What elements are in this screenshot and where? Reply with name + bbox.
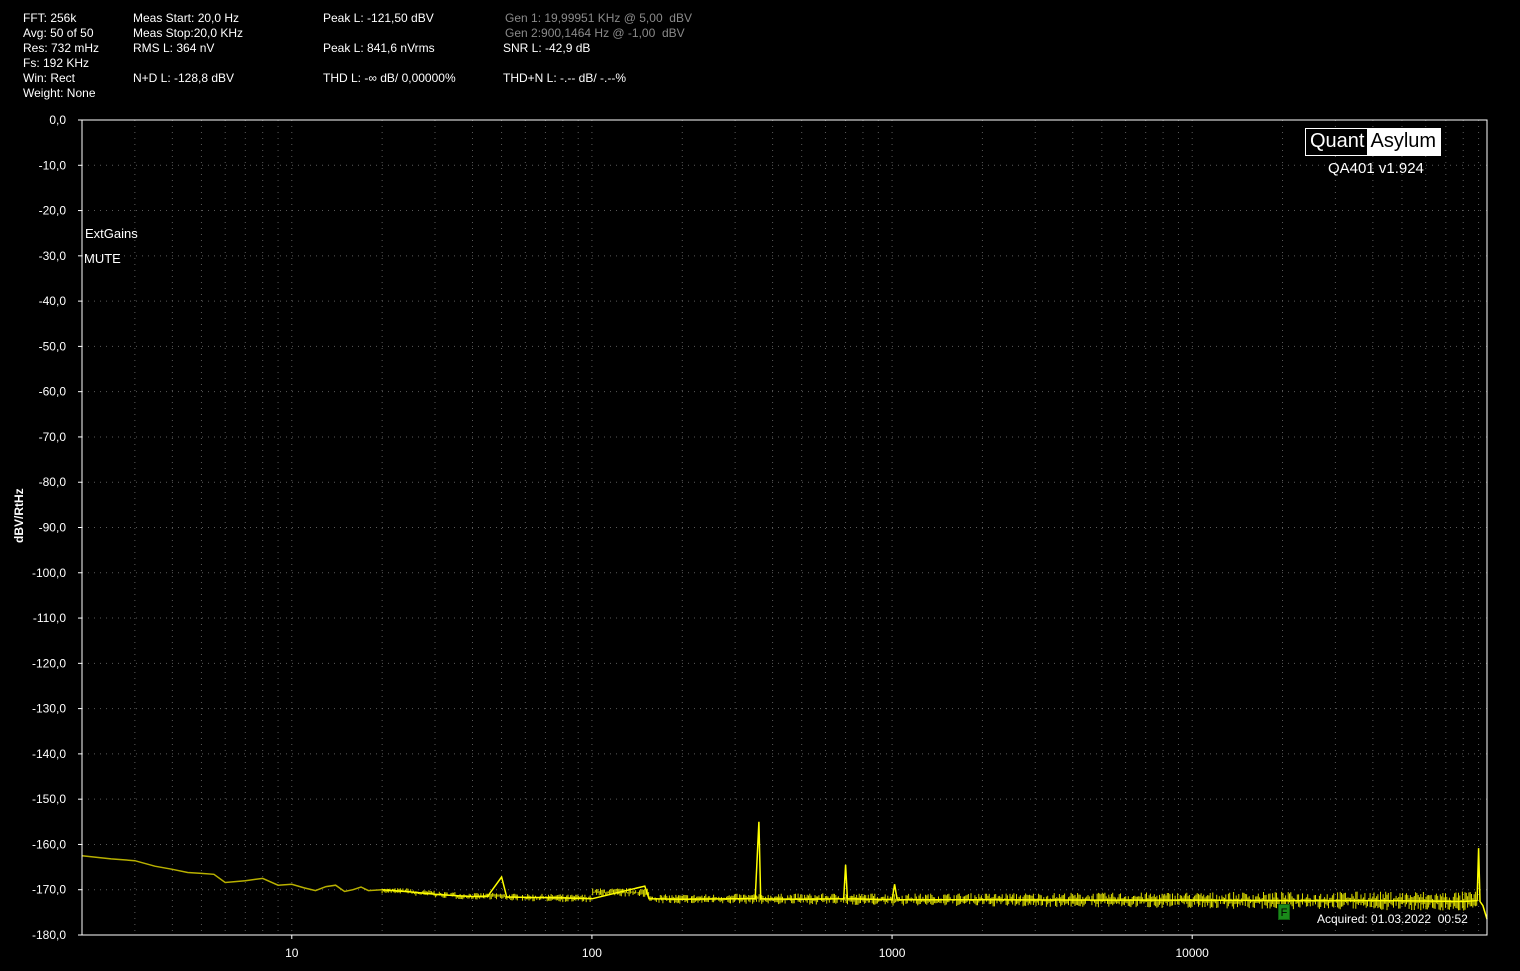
y-tick-label: -170,0 [32,883,66,897]
quantasylum-logo: Quant Asylum [1305,128,1442,156]
y-tick-label: -110,0 [33,611,66,625]
x-tick-label: 10 [285,946,299,960]
x-tick-label: 1000 [879,946,906,960]
y-tick-label: -20,0 [39,204,67,218]
y-tick-label: 0,0 [49,113,66,127]
y-tick-label: -90,0 [39,521,67,535]
y-tick-label: -70,0 [39,430,67,444]
y-tick-label: -120,0 [32,656,66,670]
spectrum-plot[interactable]: 0,0 -10,0 -20,0 -30,0 -40,0 -50,0 -60,0 -70,0 -8… [0,0,1520,971]
extgains-label: ExtGains [85,226,138,241]
trace-layer [81,821,1488,920]
y-tick-label: -40,0 [39,294,67,308]
y-tick-label: -50,0 [39,339,67,353]
grid-layer [82,120,1487,935]
y-tick-label: -80,0 [39,475,67,489]
x-tick-label: 10000 [1175,946,1209,960]
y-tick-label: -140,0 [32,747,66,761]
logo-right: Asylum [1367,129,1441,155]
axis-layer: 0,0 -10,0 -20,0 -30,0 -40,0 -50,0 -60,0 -70,0 -8… [32,113,1209,960]
spectrum-trace [382,821,1488,920]
frequency-marker[interactable]: F [1278,904,1290,920]
y-tick-label: -160,0 [32,837,66,851]
y-tick-label: -10,0 [39,158,67,172]
analyzer-window: FFT: 256k Avg: 50 of 50 Res: 732 mHz Fs:… [0,0,1520,971]
mute-label: MUTE [84,251,121,266]
y-tick-label: -60,0 [39,385,67,399]
y-axis-label: dBV/RtHz [12,488,26,543]
y-tick-label: -180,0 [32,928,66,942]
spectrum-trace-low [81,855,383,893]
y-tick-label: -30,0 [39,249,67,263]
version-label: QA401 v1.924 [1328,160,1424,177]
y-tick-label: -100,0 [32,566,66,580]
acquired-timestamp: Acquired: 01.03.2022 00:52 [1317,912,1468,926]
y-tick-label: -130,0 [32,702,66,716]
x-tick-label: 100 [582,946,602,960]
y-tick-label: -150,0 [32,792,66,806]
logo-left: Quant [1306,129,1368,155]
